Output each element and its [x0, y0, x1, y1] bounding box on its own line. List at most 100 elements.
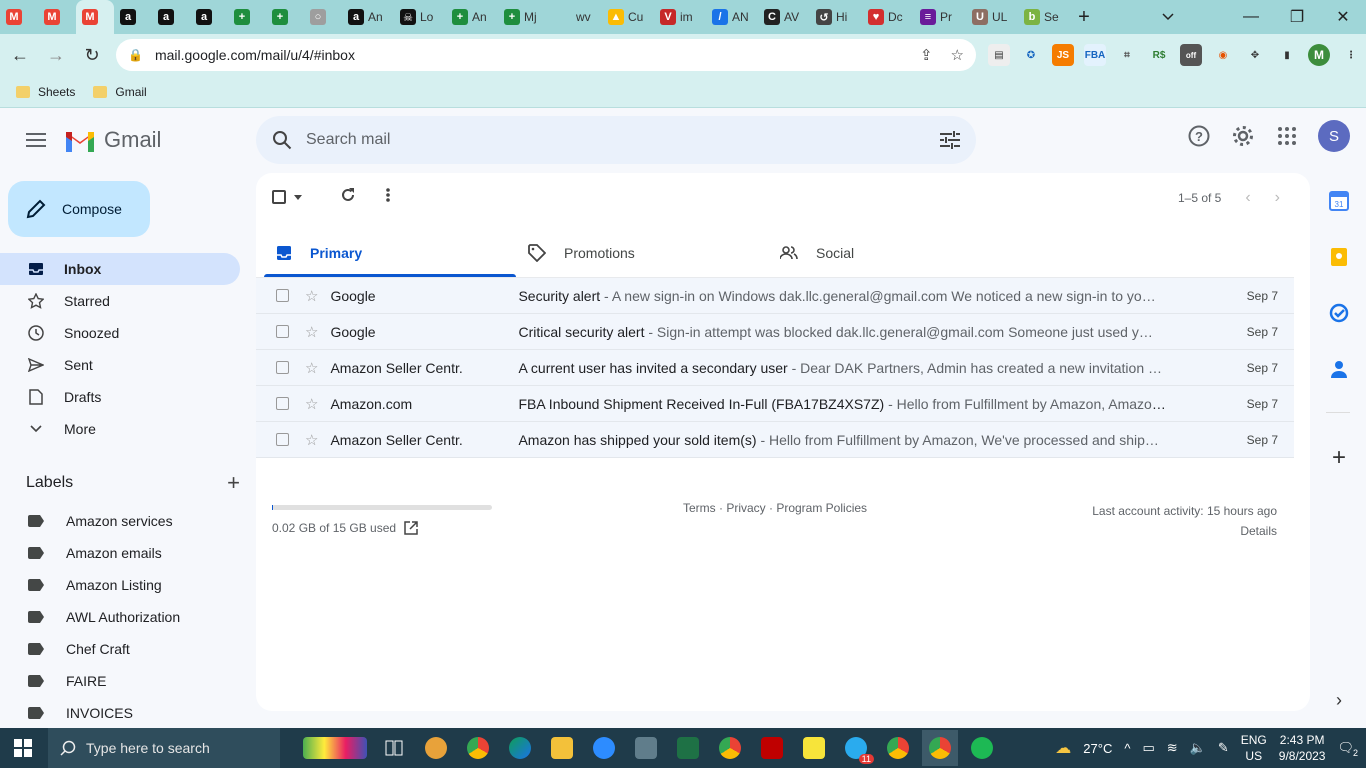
browser-tab[interactable]: a — [152, 0, 190, 34]
language-indicator[interactable]: ENG US — [1241, 732, 1267, 764]
sidebar-item-drafts[interactable]: Drafts — [0, 381, 240, 413]
row-checkbox[interactable] — [276, 397, 289, 410]
tab-search-icon[interactable] — [1148, 13, 1188, 21]
show-side-panel-chevron-icon[interactable]: › — [1328, 689, 1350, 711]
minimize-icon[interactable]: — — [1228, 0, 1274, 34]
restore-icon[interactable]: ❐ — [1274, 0, 1320, 34]
search-input[interactable] — [306, 131, 940, 149]
tasks-icon[interactable] — [1328, 302, 1350, 324]
chrome-profile-icon[interactable] — [880, 730, 916, 766]
back-icon[interactable]: ← — [4, 39, 36, 71]
storage-info[interactable]: 0.02 GB of 15 GB used — [272, 521, 418, 535]
extension-icon[interactable]: off — [1180, 44, 1202, 66]
label-item[interactable]: Chef Craft — [0, 633, 256, 665]
browser-tab[interactable]: ≡ Pr — [914, 0, 966, 34]
windows-start-icon[interactable] — [0, 739, 46, 757]
tab-social[interactable]: Social — [768, 229, 1020, 277]
star-icon[interactable]: ☆ — [305, 359, 318, 377]
open-external-icon[interactable] — [404, 521, 418, 535]
task-view-icon[interactable] — [376, 730, 412, 766]
weather-icon[interactable]: ☁ — [1055, 738, 1071, 758]
row-checkbox[interactable] — [276, 289, 289, 302]
puzzle-icon[interactable]: ✥ — [1244, 44, 1266, 66]
reload-icon[interactable]: ↻ — [76, 39, 108, 71]
clock[interactable]: 2:43 PM 9/8/2023 — [1279, 732, 1326, 764]
browser-tab[interactable]: ♥ Dc — [862, 0, 914, 34]
calculator-icon[interactable] — [628, 730, 664, 766]
details-link[interactable]: Details — [1092, 521, 1277, 541]
browser-tab[interactable]: C AV — [758, 0, 810, 34]
sidebar-item-snoozed[interactable]: Snoozed — [0, 317, 240, 349]
filezilla-icon[interactable] — [754, 730, 790, 766]
browser-tab[interactable]: M — [76, 0, 114, 34]
search-options-icon[interactable] — [940, 131, 960, 149]
browser-profile-avatar[interactable]: M — [1308, 44, 1330, 66]
spotify-icon[interactable] — [964, 730, 1000, 766]
select-all-checkbox[interactable] — [272, 190, 302, 204]
calendar-icon[interactable]: 31 — [1328, 190, 1350, 212]
file-explorer-icon[interactable] — [544, 730, 580, 766]
email-row[interactable]: ☆ Amazon.com FBA Inbound Shipment Received… — [256, 386, 1294, 422]
extension-icon[interactable]: ⌗ — [1116, 44, 1138, 66]
volume-icon[interactable]: 🔈 — [1190, 740, 1206, 756]
side-panel-icon[interactable]: ▮ — [1276, 44, 1298, 66]
browser-tab[interactable]: a An — [342, 0, 394, 34]
extension-icon[interactable]: FBA — [1084, 44, 1106, 66]
bookmark-star-icon[interactable]: ☆ — [951, 46, 964, 64]
books-app-icon[interactable] — [300, 730, 370, 766]
main-menu-icon[interactable] — [12, 116, 60, 164]
excel-icon[interactable] — [670, 730, 706, 766]
browser-tab[interactable]: b Se — [1018, 0, 1070, 34]
bookmark-sheets[interactable]: Sheets — [16, 85, 75, 99]
caret-down-icon[interactable] — [294, 194, 302, 200]
sticky-notes-icon[interactable] — [796, 730, 832, 766]
compose-button[interactable]: Compose — [8, 181, 150, 237]
show-hidden-icons-icon[interactable]: ^ — [1124, 741, 1130, 756]
taskbar-app-icon[interactable] — [418, 730, 454, 766]
prev-page-icon[interactable]: ‹ — [1245, 189, 1250, 207]
browser-tab[interactable]: + — [228, 0, 266, 34]
close-icon[interactable]: ✕ — [1320, 0, 1366, 34]
more-options-icon[interactable] — [386, 187, 390, 207]
label-item[interactable]: FAIRE — [0, 665, 256, 697]
battery-icon[interactable]: ▭ — [1142, 740, 1154, 756]
browser-tab[interactable]: ○ — [304, 0, 342, 34]
email-row[interactable]: ☆ Google Security alert - A new sign-in on… — [256, 278, 1294, 314]
row-checkbox[interactable] — [276, 433, 289, 446]
chrome-icon[interactable] — [460, 730, 496, 766]
browser-tab[interactable]: + An — [446, 0, 498, 34]
star-icon[interactable]: ☆ — [305, 431, 318, 449]
star-icon[interactable]: ☆ — [305, 287, 318, 305]
next-page-icon[interactable]: › — [1275, 189, 1280, 207]
extension-icon[interactable]: ◉ — [1212, 44, 1234, 66]
get-addons-plus-icon[interactable]: + — [1328, 444, 1350, 471]
chrome-profile-icon[interactable] — [712, 730, 748, 766]
browser-tab[interactable]: a — [114, 0, 152, 34]
account-avatar[interactable]: S — [1318, 120, 1350, 152]
zoom-icon[interactable] — [586, 730, 622, 766]
browser-tab[interactable]: / AN — [706, 0, 758, 34]
extension-icon[interactable]: JS — [1052, 44, 1074, 66]
browser-tab[interactable]: ▲ Cu — [602, 0, 654, 34]
contacts-icon[interactable] — [1328, 358, 1350, 380]
email-row[interactable]: ☆ Google Critical security alert - Sign-in… — [256, 314, 1294, 350]
address-bar[interactable]: 🔒 mail.google.com/mail/u/4/#inbox ⇪ ☆ — [116, 39, 976, 71]
notifications-icon[interactable]: 🗨 2 — [1337, 740, 1358, 758]
taskbar-search[interactable]: Type here to search — [48, 728, 280, 768]
lock-icon[interactable]: 🔒 — [128, 48, 143, 62]
gmail-logo[interactable]: Gmail — [64, 127, 161, 153]
share-icon[interactable]: ⇪ — [920, 46, 933, 64]
weather-temp[interactable]: 27°C — [1083, 741, 1112, 756]
telegram-icon[interactable]: 11 — [838, 730, 874, 766]
browser-tab[interactable]: + — [266, 0, 304, 34]
sidebar-item-inbox[interactable]: Inbox — [0, 253, 240, 285]
browser-tab[interactable]: Vim — [654, 0, 706, 34]
browser-tab[interactable]: U UL — [966, 0, 1018, 34]
search-icon[interactable] — [272, 130, 292, 150]
settings-gear-icon[interactable] — [1230, 123, 1256, 149]
browser-tab[interactable]: + Mj — [498, 0, 550, 34]
browser-tab[interactable]: ↺ Hi — [810, 0, 862, 34]
extension-icon[interactable]: R$ — [1148, 44, 1170, 66]
email-row[interactable]: ☆ Amazon Seller Centr. A current user has … — [256, 350, 1294, 386]
edge-icon[interactable] — [502, 730, 538, 766]
